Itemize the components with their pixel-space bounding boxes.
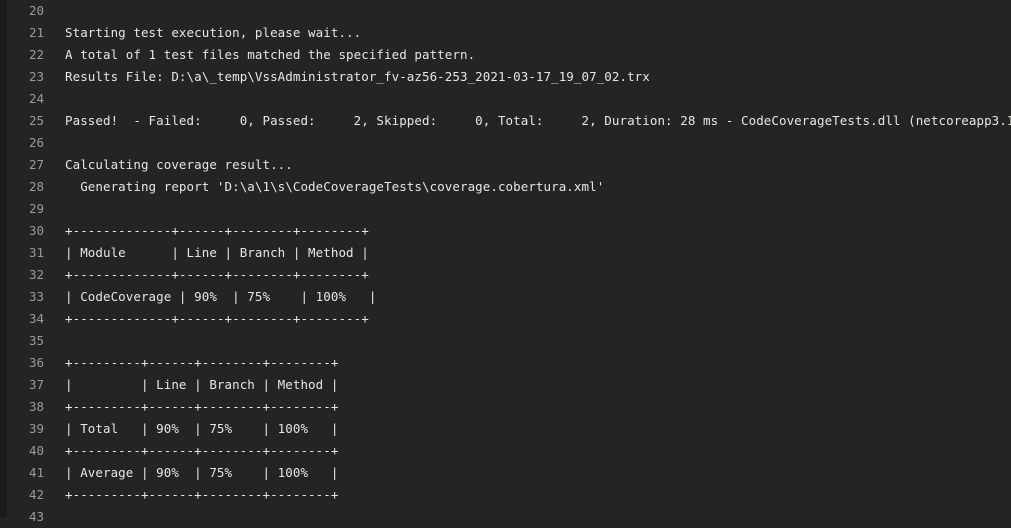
- line-number: 21: [0, 22, 44, 44]
- log-line[interactable]: 43: [0, 506, 1011, 528]
- line-text: Passed! - Failed: 0, Passed: 2, Skipped:…: [65, 110, 1011, 132]
- line-text: | Module | Line | Branch | Method |: [65, 242, 1011, 264]
- line-text: A total of 1 test files matched the spec…: [65, 44, 1011, 66]
- line-number: 27: [0, 154, 44, 176]
- line-text: Results File: D:\a\_temp\VssAdministrato…: [65, 66, 1011, 88]
- line-text: +-------------+------+--------+--------+: [65, 220, 1011, 242]
- line-number: 38: [0, 396, 44, 418]
- line-number: 25: [0, 110, 44, 132]
- line-text: +---------+------+--------+--------+: [65, 440, 1011, 462]
- line-number: 31: [0, 242, 44, 264]
- line-text: | Average | 90% | 75% | 100% |: [65, 462, 1011, 484]
- log-line[interactable]: 39 | Total | 90% | 75% | 100% |: [0, 418, 1011, 440]
- build-log-viewer[interactable]: 2021 Starting test execution, please wait…: [0, 0, 1011, 517]
- line-text: Generating report 'D:\a\1\s\CodeCoverage…: [65, 176, 1011, 198]
- log-line[interactable]: 38 +---------+------+--------+--------+: [0, 396, 1011, 418]
- log-line-list: 2021 Starting test execution, please wait…: [0, 0, 1011, 528]
- log-line[interactable]: 24: [0, 88, 1011, 110]
- line-text: | | Line | Branch | Method |: [65, 374, 1011, 396]
- log-line[interactable]: 25 Passed! - Failed: 0, Passed: 2, Skippe…: [0, 110, 1011, 132]
- log-line[interactable]: 40 +---------+------+--------+--------+: [0, 440, 1011, 462]
- log-line[interactable]: 22 A total of 1 test files matched the sp…: [0, 44, 1011, 66]
- log-line[interactable]: 23 Results File: D:\a\_temp\VssAdministra…: [0, 66, 1011, 88]
- log-line[interactable]: 31 | Module | Line | Branch | Method |: [0, 242, 1011, 264]
- line-text: +---------+------+--------+--------+: [65, 484, 1011, 506]
- line-number: 41: [0, 462, 44, 484]
- line-number: 35: [0, 330, 44, 352]
- line-number: 34: [0, 308, 44, 330]
- line-number: 32: [0, 264, 44, 286]
- log-line[interactable]: 42 +---------+------+--------+--------+: [0, 484, 1011, 506]
- line-text: +---------+------+--------+--------+: [65, 396, 1011, 418]
- line-number: 29: [0, 198, 44, 220]
- line-number: 43: [0, 506, 44, 528]
- line-number: 40: [0, 440, 44, 462]
- log-line[interactable]: 29: [0, 198, 1011, 220]
- line-text: Calculating coverage result...: [65, 154, 1011, 176]
- line-text: | Total | 90% | 75% | 100% |: [65, 418, 1011, 440]
- line-text: +-------------+------+--------+--------+: [65, 308, 1011, 330]
- line-number: 20: [0, 0, 44, 22]
- line-number: 24: [0, 88, 44, 110]
- line-number: 33: [0, 286, 44, 308]
- log-line[interactable]: 33 | CodeCoverage | 90% | 75% | 100% |: [0, 286, 1011, 308]
- log-line[interactable]: 21 Starting test execution, please wait..…: [0, 22, 1011, 44]
- log-line[interactable]: 37 | | Line | Branch | Method |: [0, 374, 1011, 396]
- log-line[interactable]: 41 | Average | 90% | 75% | 100% |: [0, 462, 1011, 484]
- line-text: +-------------+------+--------+--------+: [65, 264, 1011, 286]
- log-line[interactable]: 36 +---------+------+--------+--------+: [0, 352, 1011, 374]
- line-number: 39: [0, 418, 44, 440]
- log-line[interactable]: 35: [0, 330, 1011, 352]
- line-text: Starting test execution, please wait...: [65, 22, 1011, 44]
- log-line[interactable]: 20: [0, 0, 1011, 22]
- log-line[interactable]: 27 Calculating coverage result...: [0, 154, 1011, 176]
- line-number: 37: [0, 374, 44, 396]
- log-line[interactable]: 28 Generating report 'D:\a\1\s\CodeCover…: [0, 176, 1011, 198]
- log-line[interactable]: 30 +-------------+------+--------+-------…: [0, 220, 1011, 242]
- line-text: | CodeCoverage | 90% | 75% | 100% |: [65, 286, 1011, 308]
- log-line[interactable]: 34 +-------------+------+--------+-------…: [0, 308, 1011, 330]
- line-text: +---------+------+--------+--------+: [65, 352, 1011, 374]
- line-number: 22: [0, 44, 44, 66]
- line-number: 23: [0, 66, 44, 88]
- line-number: 42: [0, 484, 44, 506]
- line-number: 28: [0, 176, 44, 198]
- line-number: 26: [0, 132, 44, 154]
- line-number: 36: [0, 352, 44, 374]
- line-number: 30: [0, 220, 44, 242]
- log-line[interactable]: 32 +-------------+------+--------+-------…: [0, 264, 1011, 286]
- log-line[interactable]: 26: [0, 132, 1011, 154]
